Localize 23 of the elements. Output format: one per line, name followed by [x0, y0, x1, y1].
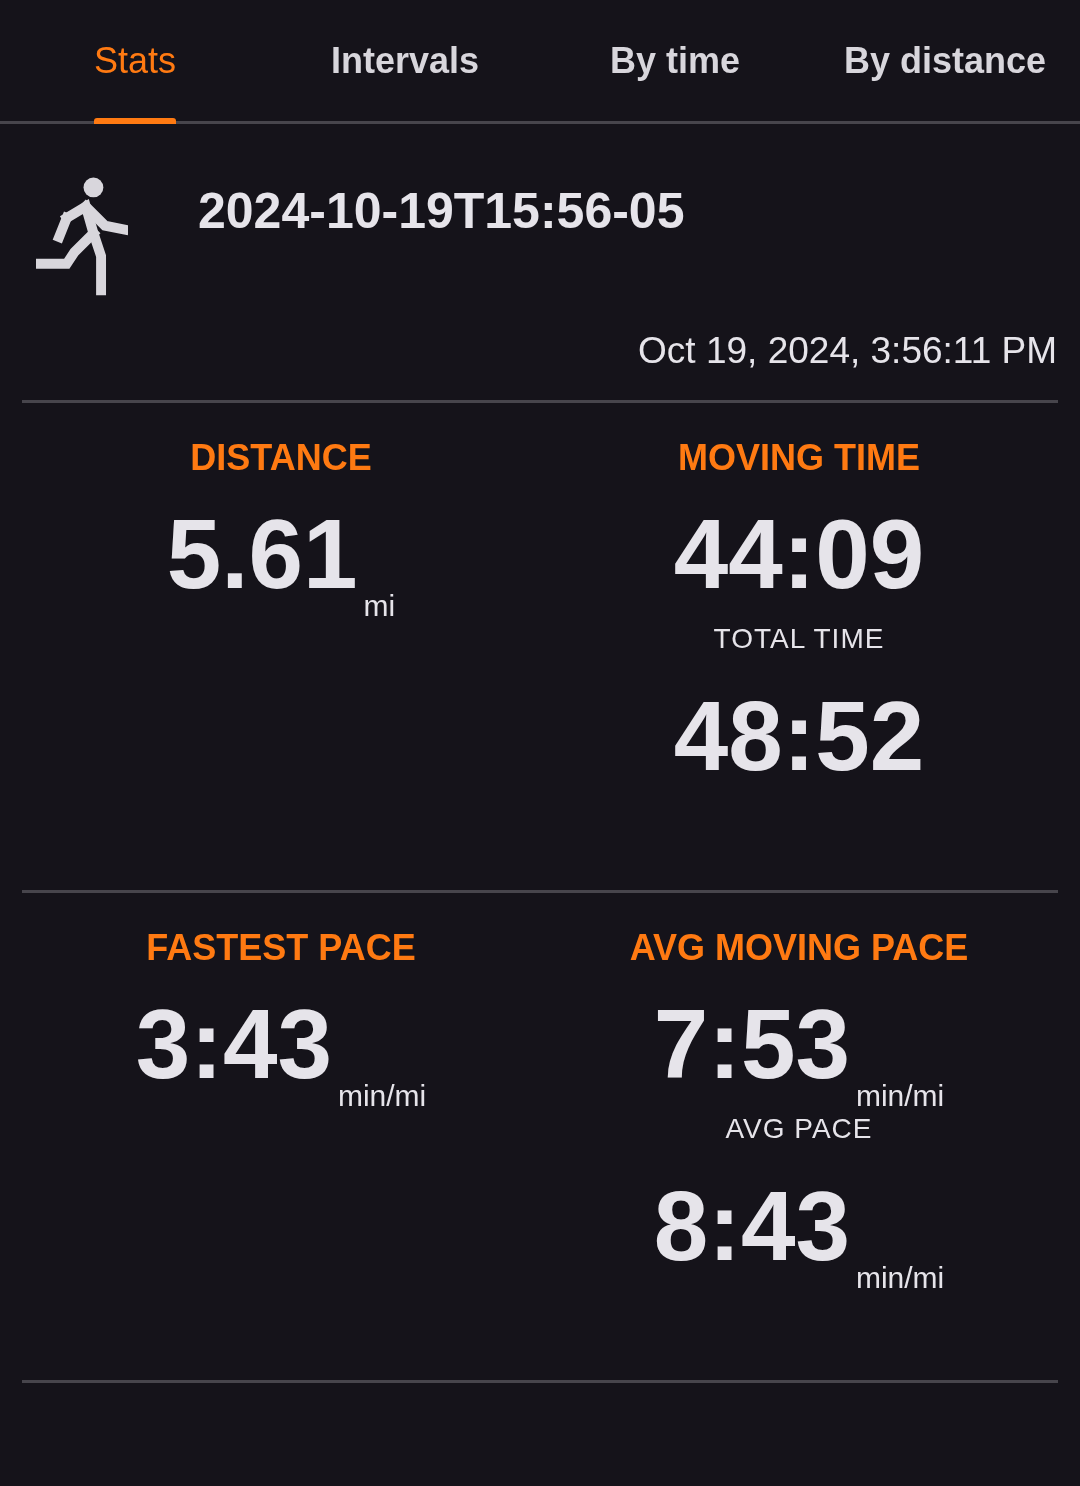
stat-sublabel: AVG PACE	[725, 1113, 873, 1145]
stat-label: FASTEST PACE	[146, 927, 416, 969]
unit-label: min/mi	[855, 1263, 945, 1293]
runner-icon	[36, 176, 128, 298]
stat-value: 44:09	[673, 505, 925, 603]
stat-value: 8:43	[653, 1177, 850, 1275]
tab[interactable]: By distance	[810, 0, 1080, 121]
stat-label: AVG MOVING PACE	[629, 927, 969, 969]
stat-value: 3:43	[135, 995, 332, 1093]
unit-label: min/mi	[855, 1081, 945, 1111]
stat-label: DISTANCE	[190, 437, 372, 479]
tab[interactable]: Intervals	[270, 0, 540, 121]
unit-label: mi	[363, 591, 396, 621]
stat-value: 7:53	[653, 995, 850, 1093]
activity-title: 2024-10-19T15:56-05	[198, 182, 685, 240]
unit-label: min/mi	[337, 1081, 427, 1111]
tab[interactable]: By time	[540, 0, 810, 121]
tab[interactable]: Stats	[0, 0, 270, 121]
activity-datetime: Oct 19, 2024, 3:56:11 PM	[638, 330, 1057, 371]
stat-value: 48:52	[673, 687, 925, 785]
stat-value: 5.61	[166, 505, 358, 603]
stat-label: MOVING TIME	[678, 437, 920, 479]
stat-sublabel: TOTAL TIME	[713, 623, 885, 655]
